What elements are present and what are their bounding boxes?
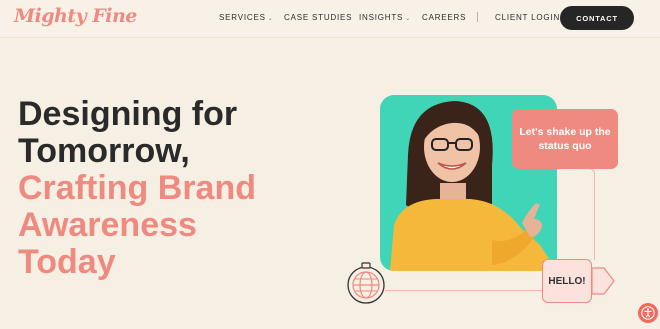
chevron-down-icon: ⌄ xyxy=(405,16,412,22)
globe-icon xyxy=(347,262,385,304)
arrow-right-icon xyxy=(591,267,615,295)
speech-bubble: Let's shake up the status quo xyxy=(512,109,618,169)
nav-item-services-label: SERVICES xyxy=(219,13,266,22)
chevron-down-icon: ⌄ xyxy=(267,16,274,22)
client-login-link[interactable]: CLIENT LOGIN xyxy=(495,13,560,22)
hero-line-5: Today xyxy=(18,243,116,281)
nav-item-case-studies-label: CASE STUDIES xyxy=(284,13,353,22)
contact-button[interactable]: CONTACT xyxy=(560,6,634,30)
hero-line-3: Crafting Brand xyxy=(18,169,256,207)
accessibility-icon xyxy=(641,306,655,320)
nav-item-insights[interactable]: INSIGHTS ⌄ xyxy=(359,13,411,22)
nav-divider xyxy=(477,12,478,22)
accessibility-button[interactable] xyxy=(638,303,658,323)
hero-line-1: Designing for xyxy=(18,95,238,133)
hello-badge: HELLO! xyxy=(542,259,592,303)
hero-line-4: Awareness xyxy=(18,206,197,244)
nav-item-services[interactable]: SERVICES ⌄ xyxy=(219,13,274,22)
hero-headline: Designing for Tomorrow, Crafting Brand A… xyxy=(18,96,256,281)
decorative-frame xyxy=(557,168,595,260)
logo[interactable]: Mighty Fine xyxy=(14,5,137,27)
nav-item-case-studies[interactable]: CASE STUDIES xyxy=(284,13,352,22)
top-navigation: Mighty Fine SERVICES ⌄ CASE STUDIES INSIG… xyxy=(0,0,660,38)
nav-item-careers[interactable]: CAREERS xyxy=(422,13,466,22)
nav-item-careers-label: CAREERS xyxy=(422,13,467,22)
hero-line-2: Tomorrow, xyxy=(18,132,190,170)
decorative-line xyxy=(385,290,543,291)
nav-item-insights-label: INSIGHTS xyxy=(359,13,404,22)
